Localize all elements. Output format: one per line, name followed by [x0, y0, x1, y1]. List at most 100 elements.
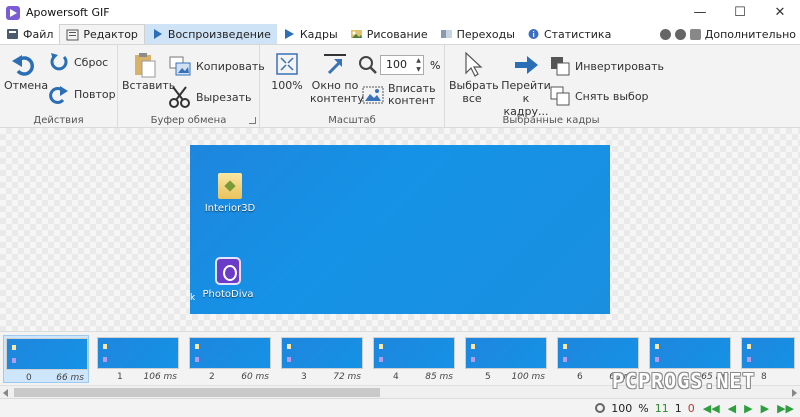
frame-thumbnail[interactable]: 3 72 ms	[279, 335, 365, 383]
tab-label: Переходы	[456, 27, 515, 41]
tab-statistics[interactable]: Статистика	[521, 24, 617, 44]
chat-icon[interactable]	[674, 28, 686, 40]
desktop-item: Interior3D	[200, 173, 260, 214]
zoom-stepper[interactable]: ▲ ▼	[414, 56, 423, 74]
more-link[interactable]: Дополнительно	[705, 28, 796, 41]
frame-preview	[373, 337, 455, 369]
redo-button[interactable]: Повтор	[48, 83, 116, 105]
paste-button[interactable]: Вставить	[122, 51, 175, 92]
select-all-label: Выбрать все	[449, 79, 499, 105]
invert-icon	[551, 57, 570, 76]
zoom-unit: %	[430, 59, 441, 72]
invert-button[interactable]: Инвертировать	[549, 55, 664, 77]
cut-label: Вырезать	[196, 90, 252, 104]
goto-frame-button[interactable]: Перейти к кадру...	[499, 51, 553, 118]
paste-icon	[135, 53, 156, 78]
frame-preview	[6, 338, 88, 370]
user-icon[interactable]	[659, 28, 671, 40]
tab-file[interactable]: Файл	[0, 24, 59, 44]
reset-icon	[50, 53, 68, 71]
tab-transitions[interactable]: Переходы	[434, 24, 521, 44]
frame-duration: 72 ms	[333, 372, 361, 382]
statistics-icon	[528, 29, 539, 39]
frame-canvas[interactable]: Interior3D PhotoDiva k	[190, 145, 610, 314]
group-clipboard: Вставить Копировать Вырезать Буфер обмен…	[118, 45, 265, 128]
status-zoom: 100	[611, 401, 633, 415]
tab-extras: Дополнительно	[659, 24, 800, 44]
ribbon-panel: Отмена Сброс Повтор Действия Вставить Ко…	[0, 45, 800, 165]
desktop-item: PhotoDiva	[198, 257, 258, 300]
group-actions: Отмена Сброс Повтор Действия	[0, 45, 118, 128]
reset-button[interactable]: Сброс	[48, 51, 108, 73]
desktop-item-label: Interior3D	[204, 203, 256, 214]
frame-thumbnail[interactable]: 0 66 ms	[3, 335, 89, 383]
cut-button[interactable]: Вырезать	[168, 85, 251, 109]
window-icon[interactable]	[689, 28, 701, 40]
status-zoom-unit: %	[638, 401, 649, 415]
scroll-thumb[interactable]	[14, 388, 380, 397]
invert-label: Инвертировать	[575, 59, 665, 73]
frame-duration: 66 ms	[56, 373, 84, 383]
scroll-right-icon[interactable]	[792, 389, 797, 397]
select-all-button[interactable]: Выбрать все	[449, 51, 499, 105]
frame-preview	[465, 337, 547, 369]
window-fit-button[interactable]: Окно по контенту	[310, 51, 364, 105]
app-logo-icon	[6, 5, 20, 20]
frame-duration: 100 ms	[511, 372, 546, 382]
frame-index: 8	[761, 372, 767, 382]
undo-button[interactable]: Отмена	[4, 51, 48, 92]
frame-preview	[557, 337, 639, 369]
deselect-icon	[550, 86, 570, 106]
clipboard-launcher-icon[interactable]	[249, 117, 256, 124]
arrow-right-icon	[515, 56, 538, 74]
copy-label: Копировать	[196, 59, 265, 73]
deselect-button[interactable]: Снять выбор	[549, 85, 649, 107]
group-selected-frames: Выбрать все Перейти к кадру... Инвертиро…	[445, 45, 664, 128]
frame-index: 4	[393, 372, 399, 382]
frame-preview	[281, 337, 363, 369]
status-bar: 100 % 11 1 0 ◀◀ ◀ ▶ ▶ ▶▶	[0, 398, 800, 417]
prev-frame-icon[interactable]: ◀	[728, 402, 736, 415]
drawing-icon	[350, 30, 362, 38]
next-frame-icon[interactable]: ▶	[761, 402, 769, 415]
tab-label: Кадры	[299, 27, 338, 41]
frame-thumbnail[interactable]: 5 100 ms	[463, 335, 549, 383]
group-label: Масштаб	[328, 115, 376, 126]
frame-index: 1	[117, 372, 123, 382]
tab-editor[interactable]: Редактор	[59, 24, 145, 44]
maximize-button[interactable]: ☐	[720, 0, 760, 25]
zoom-100-button[interactable]: 100%	[270, 51, 304, 92]
fit-content-button[interactable]: Вписать контент	[362, 83, 436, 107]
frame-index: 6	[577, 372, 583, 382]
frame-index: 0	[26, 373, 32, 383]
redo-icon	[49, 86, 68, 104]
tab-playback[interactable]: Воспроизведение	[144, 24, 277, 44]
minimize-button[interactable]: —	[680, 0, 720, 25]
close-button[interactable]: ✕	[760, 0, 800, 25]
frame-thumbnail[interactable]: 4 85 ms	[371, 335, 457, 383]
window-controls: — ☐ ✕	[680, 0, 800, 25]
photodiva-app-icon	[215, 257, 241, 285]
window-title: Apowersoft GIF	[26, 6, 110, 19]
tab-label: Рисование	[366, 27, 428, 41]
tab-label: Редактор	[83, 28, 138, 41]
first-frame-icon[interactable]: ◀◀	[703, 402, 720, 415]
frame-index: 3	[301, 372, 307, 382]
status-frame-count: 11	[654, 401, 669, 415]
frame-thumbnail[interactable]: 2 60 ms	[187, 335, 273, 383]
tab-label: Файл	[23, 27, 54, 41]
title-bar: Apowersoft GIF — ☐ ✕	[0, 0, 800, 25]
frame-thumbnail[interactable]: 1 106 ms	[95, 335, 181, 383]
play-icon	[153, 29, 162, 39]
undo-icon	[12, 55, 34, 76]
play-frame-icon[interactable]: ▶	[744, 402, 752, 415]
tab-frames[interactable]: Кадры	[277, 24, 344, 44]
reset-label: Сброс	[74, 55, 109, 69]
scroll-left-icon[interactable]	[3, 389, 8, 397]
tab-drawing[interactable]: Рисование	[344, 24, 434, 44]
copy-button[interactable]: Копировать	[168, 55, 265, 77]
frames-icon	[284, 29, 294, 39]
frame-index: 2	[209, 372, 215, 382]
frame-duration: 106 ms	[143, 372, 178, 382]
last-frame-icon[interactable]: ▶▶	[777, 402, 794, 415]
